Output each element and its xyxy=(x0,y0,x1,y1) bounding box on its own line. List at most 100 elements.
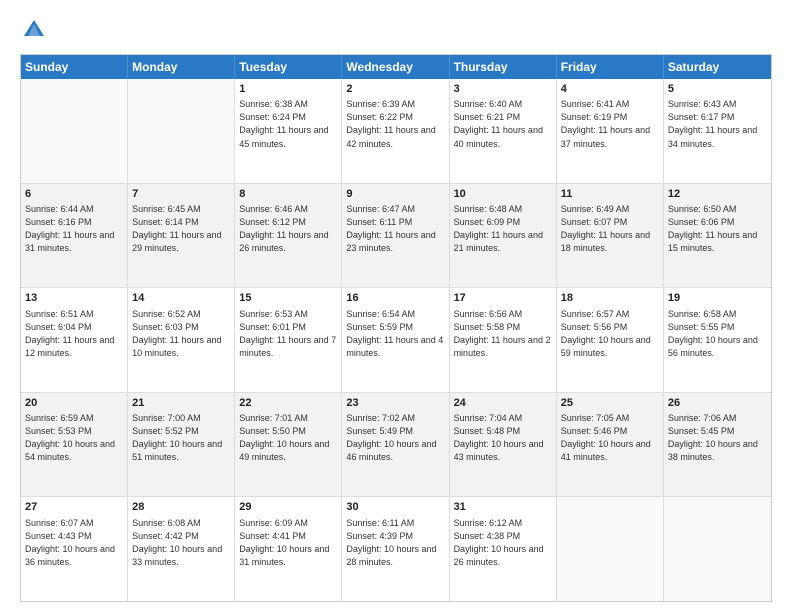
day-number: 23 xyxy=(346,396,444,411)
day-info: Sunrise: 7:00 AMSunset: 5:52 PMDaylight:… xyxy=(132,412,230,464)
day-cell-19: 19Sunrise: 6:58 AMSunset: 5:55 PMDayligh… xyxy=(664,288,771,392)
day-number: 8 xyxy=(239,187,337,202)
day-cell-23: 23Sunrise: 7:02 AMSunset: 5:49 PMDayligh… xyxy=(342,393,449,497)
day-cell-8: 8Sunrise: 6:46 AMSunset: 6:12 PMDaylight… xyxy=(235,184,342,288)
day-number: 20 xyxy=(25,396,123,411)
day-info: Sunrise: 6:43 AMSunset: 6:17 PMDaylight:… xyxy=(668,98,767,150)
day-number: 13 xyxy=(25,291,123,306)
empty-cell xyxy=(557,497,664,601)
day-info: Sunrise: 6:38 AMSunset: 6:24 PMDaylight:… xyxy=(239,98,337,150)
day-number: 4 xyxy=(561,82,659,97)
day-number: 11 xyxy=(561,187,659,202)
day-info: Sunrise: 6:41 AMSunset: 6:19 PMDaylight:… xyxy=(561,98,659,150)
day-info: Sunrise: 6:59 AMSunset: 5:53 PMDaylight:… xyxy=(25,412,123,464)
day-cell-24: 24Sunrise: 7:04 AMSunset: 5:48 PMDayligh… xyxy=(450,393,557,497)
day-number: 14 xyxy=(132,291,230,306)
day-number: 22 xyxy=(239,396,337,411)
day-cell-2: 2Sunrise: 6:39 AMSunset: 6:22 PMDaylight… xyxy=(342,79,449,183)
day-cell-30: 30 Sunrise: 6:11 AMSunset: 4:39 PMDayligh… xyxy=(342,497,449,601)
day-info: Sunrise: 7:04 AMSunset: 5:48 PMDaylight:… xyxy=(454,412,552,464)
header-day-tuesday: Tuesday xyxy=(235,55,342,79)
day-info: Sunrise: 6:08 AMSunset: 4:42 PMDaylight:… xyxy=(132,517,230,569)
day-cell-5: 5Sunrise: 6:43 AMSunset: 6:17 PMDaylight… xyxy=(664,79,771,183)
header-day-wednesday: Wednesday xyxy=(342,55,449,79)
empty-cell xyxy=(664,497,771,601)
day-info: Sunrise: 7:06 AMSunset: 5:45 PMDaylight:… xyxy=(668,412,767,464)
day-number: 19 xyxy=(668,291,767,306)
day-cell-26: 26Sunrise: 7:06 AMSunset: 5:45 PMDayligh… xyxy=(664,393,771,497)
header xyxy=(20,16,772,44)
calendar-row-4: 20Sunrise: 6:59 AMSunset: 5:53 PMDayligh… xyxy=(21,392,771,497)
header-day-monday: Monday xyxy=(128,55,235,79)
day-number: 15 xyxy=(239,291,337,306)
day-cell-13: 13 Sunrise: 6:51 AMSunset: 6:04 PMDayligh… xyxy=(21,288,128,392)
day-cell-29: 29 Sunrise: 6:09 AMSunset: 4:41 PMDayligh… xyxy=(235,497,342,601)
day-number: 16 xyxy=(346,291,444,306)
day-cell-1: 1Sunrise: 6:38 AMSunset: 6:24 PMDaylight… xyxy=(235,79,342,183)
day-cell-31: 31 Sunrise: 6:12 AMSunset: 4:38 PMDayligh… xyxy=(450,497,557,601)
day-number: 27 xyxy=(25,500,123,515)
day-number: 24 xyxy=(454,396,552,411)
day-info: Sunrise: 7:01 AMSunset: 5:50 PMDaylight:… xyxy=(239,412,337,464)
header-day-thursday: Thursday xyxy=(450,55,557,79)
day-cell-9: 9Sunrise: 6:47 AMSunset: 6:11 PMDaylight… xyxy=(342,184,449,288)
day-number: 21 xyxy=(132,396,230,411)
day-number: 18 xyxy=(561,291,659,306)
header-day-sunday: Sunday xyxy=(21,55,128,79)
day-info: Sunrise: 6:53 AMSunset: 6:01 PMDaylight:… xyxy=(239,308,337,360)
day-cell-28: 28Sunrise: 6:08 AMSunset: 4:42 PMDayligh… xyxy=(128,497,235,601)
day-number: 17 xyxy=(454,291,552,306)
day-cell-18: 18 Sunrise: 6:57 AMSunset: 5:56 PMDayligh… xyxy=(557,288,664,392)
day-cell-6: 6Sunrise: 6:44 AMSunset: 6:16 PMDaylight… xyxy=(21,184,128,288)
logo-icon xyxy=(20,16,48,44)
day-cell-7: 7Sunrise: 6:45 AMSunset: 6:14 PMDaylight… xyxy=(128,184,235,288)
day-info: Sunrise: 6:12 AMSunset: 4:38 PMDaylight:… xyxy=(454,517,552,569)
day-cell-22: 22Sunrise: 7:01 AMSunset: 5:50 PMDayligh… xyxy=(235,393,342,497)
day-info: Sunrise: 6:50 AMSunset: 6:06 PMDaylight:… xyxy=(668,203,767,255)
empty-cell xyxy=(128,79,235,183)
day-cell-14: 14 Sunrise: 6:52 AMSunset: 6:03 PMDayligh… xyxy=(128,288,235,392)
calendar-header: SundayMondayTuesdayWednesdayThursdayFrid… xyxy=(21,55,771,79)
day-info: Sunrise: 6:45 AMSunset: 6:14 PMDaylight:… xyxy=(132,203,230,255)
day-info: Sunrise: 6:51 AMSunset: 6:04 PMDaylight:… xyxy=(25,308,123,360)
day-info: Sunrise: 6:07 AMSunset: 4:43 PMDaylight:… xyxy=(25,517,123,569)
day-info: Sunrise: 6:39 AMSunset: 6:22 PMDaylight:… xyxy=(346,98,444,150)
header-day-saturday: Saturday xyxy=(664,55,771,79)
day-cell-15: 15 Sunrise: 6:53 AMSunset: 6:01 PMDayligh… xyxy=(235,288,342,392)
calendar-body: 1Sunrise: 6:38 AMSunset: 6:24 PMDaylight… xyxy=(21,79,771,601)
day-cell-11: 11Sunrise: 6:49 AMSunset: 6:07 PMDayligh… xyxy=(557,184,664,288)
day-number: 31 xyxy=(454,500,552,515)
day-info: Sunrise: 6:49 AMSunset: 6:07 PMDaylight:… xyxy=(561,203,659,255)
calendar: SundayMondayTuesdayWednesdayThursdayFrid… xyxy=(20,54,772,602)
day-info: Sunrise: 6:47 AMSunset: 6:11 PMDaylight:… xyxy=(346,203,444,255)
calendar-row-1: 1Sunrise: 6:38 AMSunset: 6:24 PMDaylight… xyxy=(21,79,771,183)
day-number: 2 xyxy=(346,82,444,97)
day-info: Sunrise: 6:09 AMSunset: 4:41 PMDaylight:… xyxy=(239,517,337,569)
day-info: Sunrise: 6:52 AMSunset: 6:03 PMDaylight:… xyxy=(132,308,230,360)
day-cell-21: 21Sunrise: 7:00 AMSunset: 5:52 PMDayligh… xyxy=(128,393,235,497)
day-cell-4: 4Sunrise: 6:41 AMSunset: 6:19 PMDaylight… xyxy=(557,79,664,183)
day-number: 25 xyxy=(561,396,659,411)
day-cell-25: 25Sunrise: 7:05 AMSunset: 5:46 PMDayligh… xyxy=(557,393,664,497)
calendar-row-5: 27 Sunrise: 6:07 AMSunset: 4:43 PMDayligh… xyxy=(21,496,771,601)
day-info: Sunrise: 6:44 AMSunset: 6:16 PMDaylight:… xyxy=(25,203,123,255)
day-info: Sunrise: 7:02 AMSunset: 5:49 PMDaylight:… xyxy=(346,412,444,464)
day-number: 12 xyxy=(668,187,767,202)
day-info: Sunrise: 6:56 AMSunset: 5:58 PMDaylight:… xyxy=(454,308,552,360)
day-number: 26 xyxy=(668,396,767,411)
day-number: 1 xyxy=(239,82,337,97)
empty-cell xyxy=(21,79,128,183)
day-number: 7 xyxy=(132,187,230,202)
day-info: Sunrise: 6:11 AMSunset: 4:39 PMDaylight:… xyxy=(346,517,444,569)
day-cell-20: 20Sunrise: 6:59 AMSunset: 5:53 PMDayligh… xyxy=(21,393,128,497)
day-info: Sunrise: 6:54 AMSunset: 5:59 PMDaylight:… xyxy=(346,308,444,360)
day-number: 3 xyxy=(454,82,552,97)
day-number: 29 xyxy=(239,500,337,515)
day-number: 5 xyxy=(668,82,767,97)
day-info: Sunrise: 6:57 AMSunset: 5:56 PMDaylight:… xyxy=(561,308,659,360)
day-cell-3: 3Sunrise: 6:40 AMSunset: 6:21 PMDaylight… xyxy=(450,79,557,183)
day-number: 10 xyxy=(454,187,552,202)
day-number: 30 xyxy=(346,500,444,515)
day-cell-10: 10Sunrise: 6:48 AMSunset: 6:09 PMDayligh… xyxy=(450,184,557,288)
day-info: Sunrise: 6:48 AMSunset: 6:09 PMDaylight:… xyxy=(454,203,552,255)
